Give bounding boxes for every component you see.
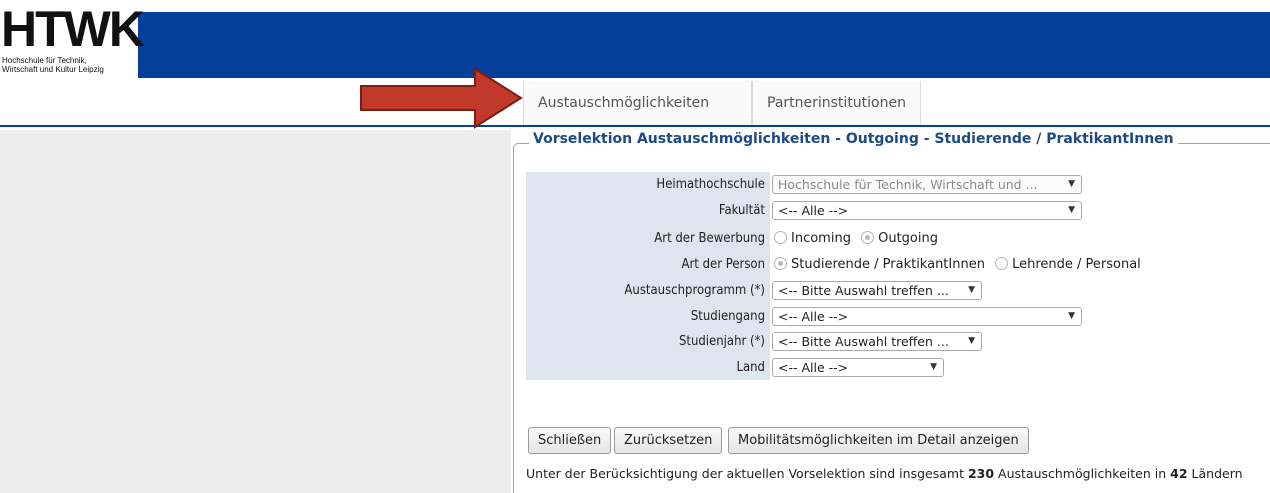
- radio-studierende-label: Studierende / PraktikantInnen: [791, 257, 985, 272]
- close-button[interactable]: Schließen: [528, 427, 612, 454]
- austauschprogramm-value: <-- Bitte Auswahl treffen ...: [778, 283, 949, 298]
- nav-divider: [0, 125, 1270, 127]
- label-fakultaet: Fakultät: [718, 203, 765, 218]
- label-land: Land: [736, 360, 765, 375]
- tab-austauschmoeglichkeiten[interactable]: Austauschmöglichkeiten: [523, 81, 752, 125]
- chevron-down-icon: ▼: [1068, 311, 1075, 321]
- label-studienjahr: Studienjahr (*): [678, 334, 765, 349]
- chevron-down-icon: ▼: [1068, 179, 1075, 189]
- logo-wordmark: HTWK: [1, 1, 145, 57]
- label-studiengang: Studiengang: [690, 309, 765, 324]
- chevron-down-icon: ▼: [968, 285, 975, 295]
- fakultaet-select[interactable]: <-- Alle --> ▼: [772, 201, 1082, 220]
- label-art-der-person: Art der Person: [681, 257, 766, 272]
- fakultaet-value: <-- Alle -->: [778, 203, 849, 218]
- studienjahr-select[interactable]: <-- Bitte Auswahl treffen ... ▼: [772, 332, 982, 351]
- left-panel: [0, 130, 511, 493]
- tab-partnerinstitutionen[interactable]: Partnerinstitutionen: [752, 81, 921, 125]
- austauschprogramm-select[interactable]: <-- Bitte Auswahl treffen ... ▼: [772, 281, 982, 300]
- fieldset-legend: Vorselektion Austauschmöglichkeiten - Ou…: [529, 131, 1178, 147]
- heimathochschule-select[interactable]: Hochschule für Technik, Wirtschaft und .…: [772, 175, 1082, 194]
- studiengang-value: <-- Alle -->: [778, 309, 849, 324]
- label-art-der-bewerbung: Art der Bewerbung: [654, 231, 765, 246]
- heimathochschule-value: Hochschule für Technik, Wirtschaft und .…: [778, 177, 1038, 192]
- summary-text: Unter der Berücksichtigung der aktuellen…: [526, 466, 1243, 481]
- chevron-down-icon: ▼: [930, 362, 937, 372]
- land-select[interactable]: <-- Alle --> ▼: [772, 358, 944, 377]
- chevron-down-icon: ▼: [968, 336, 975, 346]
- show-details-button[interactable]: Mobilitätsmöglichkeiten im Detail anzeig…: [728, 427, 1029, 454]
- label-heimathochschule: Heimathochschule: [656, 177, 765, 192]
- label-austauschprogramm: Austauschprogramm (*): [624, 283, 765, 298]
- chevron-down-icon: ▼: [1068, 205, 1075, 215]
- summary-middle: Austauschmöglichkeiten in: [998, 466, 1167, 481]
- radio-incoming[interactable]: [774, 231, 787, 244]
- radio-incoming-label: Incoming: [791, 231, 851, 246]
- annotation-arrow-icon: [360, 67, 523, 129]
- art-der-person-group: Studierende / PraktikantInnen Lehrende /…: [774, 257, 1147, 272]
- radio-lehrende[interactable]: [995, 257, 1009, 270]
- logo[interactable]: HTWK Hochschule für Technik, Wirtschaft …: [0, 0, 145, 78]
- radio-studierende[interactable]: [774, 257, 787, 270]
- radio-outgoing-label: Outgoing: [878, 231, 938, 246]
- radio-lehrende-label: Lehrende / Personal: [1012, 257, 1141, 272]
- logo-subtitle: Hochschule für Technik, Wirtschaft und K…: [2, 56, 104, 74]
- reset-button[interactable]: Zurücksetzen: [614, 427, 723, 454]
- summary-count: 230: [967, 466, 995, 481]
- summary-prefix: Unter der Berücksichtigung der aktuellen…: [526, 466, 964, 481]
- studiengang-select[interactable]: <-- Alle --> ▼: [772, 307, 1082, 326]
- summary-countries: 42: [1170, 466, 1188, 481]
- summary-suffix: Ländern: [1191, 466, 1243, 481]
- studienjahr-value: <-- Bitte Auswahl treffen ...: [778, 334, 949, 349]
- header-band: [0, 12, 1270, 78]
- radio-outgoing[interactable]: [861, 231, 875, 244]
- land-value: <-- Alle -->: [778, 360, 849, 375]
- art-der-bewerbung-group: Incoming Outgoing: [774, 231, 944, 246]
